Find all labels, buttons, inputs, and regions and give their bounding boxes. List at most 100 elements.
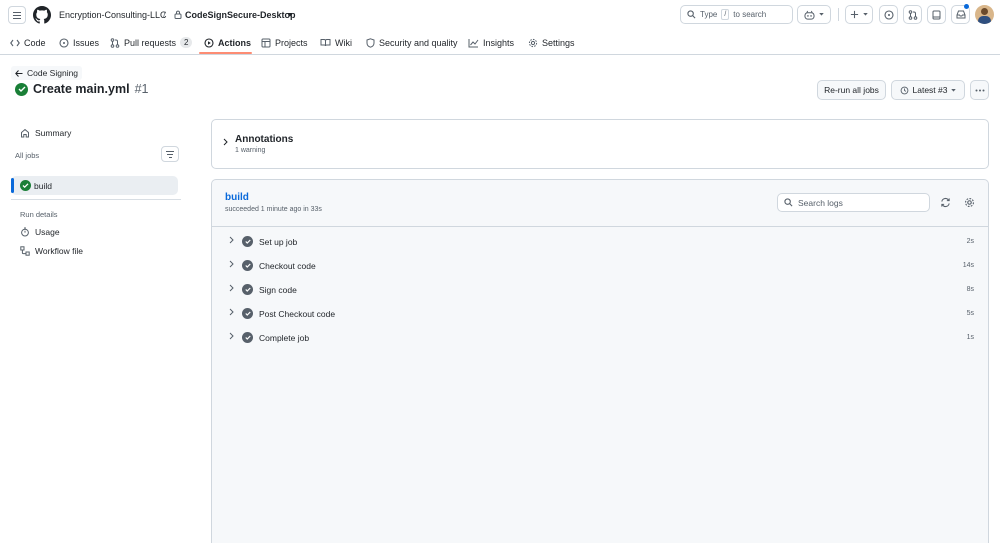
create-new-button[interactable]	[845, 5, 873, 24]
success-icon	[15, 82, 28, 96]
annotations-count: 1 warning	[235, 147, 266, 154]
step-success-icon	[242, 308, 253, 319]
tab-settings[interactable]: Settings	[528, 35, 575, 50]
step-label: Checkout code	[259, 261, 316, 271]
refresh-button[interactable]	[937, 194, 953, 210]
tab-pull-requests-label: Pull requests	[124, 37, 177, 48]
tab-settings-label: Settings	[542, 37, 575, 48]
log-settings-button[interactable]	[961, 194, 977, 210]
run-title: Create main.yml	[33, 82, 130, 96]
step-row[interactable]: Checkout code 14s	[212, 256, 988, 276]
step-duration: 14s	[962, 262, 974, 269]
pull-requests-shortcut-button[interactable]	[903, 5, 922, 24]
caret-down-icon[interactable]	[287, 13, 293, 17]
pull-requests-count: 2	[180, 37, 193, 48]
annotations-panel[interactable]	[211, 119, 989, 169]
all-jobs-heading: All jobs	[15, 151, 40, 160]
chevron-right-icon[interactable]	[223, 138, 228, 146]
step-label: Complete job	[259, 333, 310, 343]
code-icon	[10, 39, 20, 46]
search-icon	[784, 198, 793, 207]
tab-pull-requests[interactable]: Pull requests 2	[110, 35, 193, 50]
sidebar-item-build[interactable]: build	[11, 176, 178, 195]
search-shortcut: /	[721, 9, 730, 20]
step-success-icon	[242, 332, 253, 343]
sync-icon	[940, 197, 950, 207]
more-options-button[interactable]	[970, 80, 989, 100]
latest-attempt-label: Latest #3	[912, 85, 948, 95]
tab-wiki-label: Wiki	[335, 37, 352, 48]
tab-security[interactable]: Security and quality	[366, 35, 458, 50]
repo-nav: Code Issues Pull requests 2 Actions Proj…	[0, 30, 1000, 55]
search-placeholder-suffix: to search	[733, 10, 767, 19]
tab-code[interactable]: Code	[10, 35, 46, 50]
search-logs-input[interactable]: Search logs	[777, 193, 930, 212]
repo-icon	[932, 10, 941, 19]
chevron-right-icon[interactable]	[229, 308, 234, 316]
shield-icon	[366, 37, 375, 48]
sidebar-item-summary[interactable]: Summary	[20, 128, 71, 138]
success-icon	[20, 180, 31, 191]
step-row[interactable]: Complete job 1s	[212, 328, 988, 348]
copilot-button[interactable]	[797, 5, 831, 24]
step-row[interactable]: Set up job 2s	[212, 232, 988, 252]
job-title[interactable]: build	[225, 192, 249, 203]
rerun-all-jobs-button[interactable]: Re-run all jobs	[817, 80, 886, 100]
caret-down-icon	[951, 88, 957, 92]
step-duration: 1s	[966, 334, 974, 341]
global-search[interactable]: Type / to search	[680, 5, 793, 24]
latest-attempt-dropdown[interactable]: Latest #3	[891, 80, 965, 100]
issues-shortcut-button[interactable]	[879, 5, 898, 24]
step-row[interactable]: Sign code 8s	[212, 280, 988, 300]
search-logs-placeholder: Search logs	[798, 197, 843, 208]
sidebar-divider	[11, 199, 181, 200]
search-placeholder: Type	[700, 10, 718, 19]
job-status: succeeded 1 minute ago in 33s	[225, 206, 322, 213]
run-details-heading: Run details	[20, 210, 58, 219]
org-link[interactable]: Encryption-Consulting-LLC	[59, 10, 167, 20]
chevron-right-icon[interactable]	[229, 236, 234, 244]
chevron-right-icon[interactable]	[229, 332, 234, 340]
workflow-icon	[20, 246, 30, 256]
arrow-left-icon	[15, 69, 23, 77]
sidebar-item-workflow-file-label: Workflow file	[35, 246, 84, 256]
chevron-right-icon[interactable]	[229, 260, 234, 268]
tab-projects-label: Projects	[275, 37, 308, 48]
sidebar-item-build-label: build	[34, 181, 52, 191]
back-to-workflow-link[interactable]: Code Signing	[11, 66, 83, 80]
graph-icon	[468, 38, 479, 47]
step-duration: 5s	[966, 310, 974, 317]
avatar[interactable]	[975, 5, 994, 24]
rerun-all-jobs-label: Re-run all jobs	[824, 85, 879, 95]
tab-issues[interactable]: Issues	[59, 35, 99, 50]
chevron-right-icon[interactable]	[229, 284, 234, 292]
tab-insights[interactable]: Insights	[468, 35, 514, 50]
run-number: #1	[134, 82, 149, 96]
filter-jobs-button[interactable]	[161, 146, 179, 162]
lock-icon	[174, 10, 182, 19]
sidebar-item-usage[interactable]: Usage	[20, 227, 60, 237]
history-icon	[900, 86, 908, 94]
pull-request-icon	[110, 37, 120, 48]
tab-actions[interactable]: Actions	[204, 35, 251, 50]
step-row[interactable]: Post Checkout code 5s	[212, 304, 988, 324]
tab-projects[interactable]: Projects	[261, 35, 308, 50]
tab-security-label: Security and quality	[379, 37, 458, 48]
annotations-title: Annotations	[235, 134, 294, 145]
step-label: Set up job	[259, 237, 298, 247]
active-tab-indicator	[199, 52, 252, 54]
sidebar-item-workflow-file[interactable]: Workflow file	[20, 246, 83, 256]
github-logo-icon[interactable]	[33, 6, 51, 24]
tab-actions-label: Actions	[218, 37, 252, 48]
menu-icon[interactable]	[8, 6, 26, 24]
back-link-label: Code Signing	[27, 68, 79, 78]
tab-wiki[interactable]: Wiki	[320, 35, 352, 50]
gear-icon	[964, 197, 974, 207]
repositories-button[interactable]	[927, 5, 946, 24]
sidebar-item-usage-label: Usage	[35, 227, 60, 237]
plus-icon	[850, 10, 859, 19]
repo-link[interactable]: CodeSignSecure-Desktop	[185, 10, 296, 20]
notification-indicator	[964, 4, 969, 9]
play-icon	[204, 37, 214, 48]
copilot-icon	[804, 10, 815, 20]
